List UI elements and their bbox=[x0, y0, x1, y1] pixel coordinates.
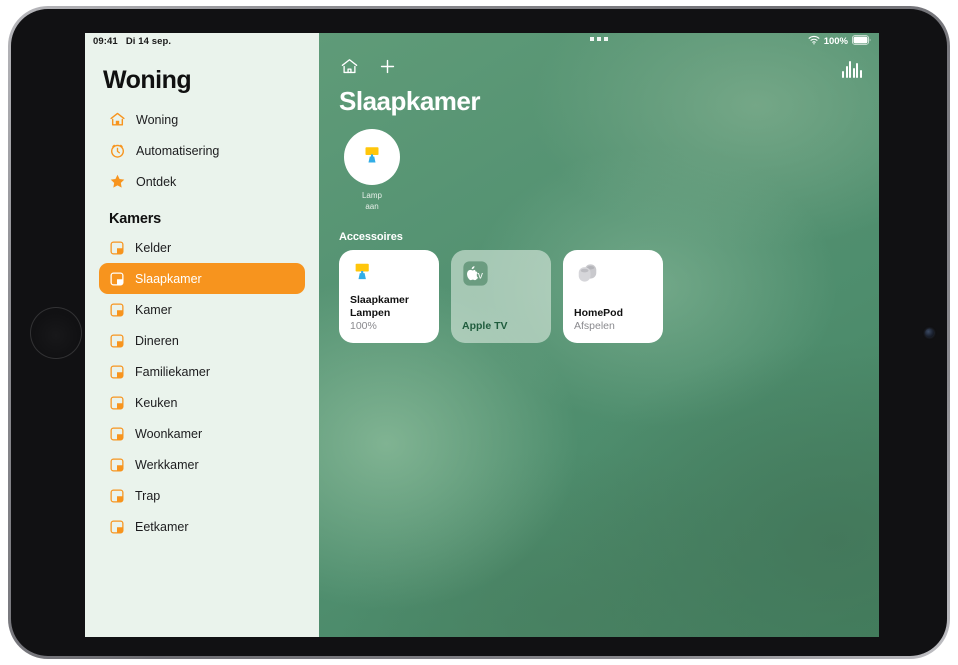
room-icon bbox=[109, 488, 125, 504]
lamp-icon bbox=[350, 260, 429, 290]
sidebar-item-label: Automatisering bbox=[136, 143, 220, 158]
page-title: Woning bbox=[103, 66, 192, 94]
accessories-section: Accessoires Slaapkamer Lampen 100% tv Ap… bbox=[319, 213, 879, 343]
accessory-text: Slaapkamer Lampen 100% bbox=[350, 294, 429, 334]
sidebar-item-woonkamer[interactable]: Woonkamer bbox=[99, 418, 305, 449]
accessory-text: HomePod Afspelen bbox=[574, 307, 653, 334]
sidebar-item-keuken[interactable]: Keuken bbox=[99, 387, 305, 418]
svg-text:tv: tv bbox=[475, 270, 484, 281]
sidebar-item-label: Trap bbox=[135, 488, 161, 503]
ipad-device-frame: 09:41 Di 14 sep. Woning Woning Automatis… bbox=[8, 6, 950, 659]
status-bar-time: 09:41 bbox=[93, 36, 118, 47]
sidebar-item-familiekamer[interactable]: Familiekamer bbox=[99, 356, 305, 387]
room-title: Slaapkamer bbox=[339, 86, 480, 116]
room-icon bbox=[109, 271, 125, 287]
status-bar-left: 09:41 Di 14 sep. bbox=[85, 33, 319, 50]
accessories-header: Accessoires bbox=[339, 230, 403, 243]
favourite-lamp-label: Lamp aan bbox=[362, 191, 382, 213]
accessory-text: Apple TV bbox=[462, 320, 541, 333]
accessory-state: 100% bbox=[350, 319, 377, 332]
sidebar-nav-list: Woning Automatisering Ontdek bbox=[99, 104, 305, 197]
accessory-card-homepod[interactable]: HomePod Afspelen bbox=[563, 249, 663, 343]
accessory-name-line1: Apple TV bbox=[462, 320, 508, 333]
sidebar-section-header: Kamers bbox=[109, 211, 161, 227]
room-icon bbox=[109, 426, 125, 442]
lamp-icon bbox=[359, 142, 385, 173]
status-bar-right: 100% bbox=[319, 33, 879, 50]
sidebar-item-werkkamer[interactable]: Werkkamer bbox=[99, 449, 305, 480]
accessory-name-line1: HomePod bbox=[574, 306, 624, 319]
accessory-name-line1: Slaapkamer bbox=[350, 293, 409, 306]
favourite-lamp-button[interactable]: Lamp aan bbox=[339, 129, 405, 213]
sidebar-item-label: Dineren bbox=[135, 333, 179, 348]
star-icon bbox=[109, 173, 126, 190]
plus-icon[interactable] bbox=[377, 56, 398, 77]
battery-icon bbox=[852, 35, 871, 48]
clock-automation-icon bbox=[109, 142, 126, 159]
sidebar-item-label: Keuken bbox=[135, 395, 178, 410]
house-icon bbox=[109, 111, 126, 128]
accessory-name-line2: Lampen bbox=[350, 306, 391, 319]
handle-dot bbox=[590, 37, 594, 41]
sidebar: 09:41 Di 14 sep. Woning Woning Automatis… bbox=[85, 33, 319, 637]
room-icon bbox=[109, 302, 125, 318]
ipad-screen: 09:41 Di 14 sep. Woning Woning Automatis… bbox=[85, 33, 879, 637]
room-icon bbox=[109, 240, 125, 256]
room-icon bbox=[109, 519, 125, 535]
main-toolbar bbox=[319, 50, 879, 78]
sidebar-room-list: Kelder Slaapkamer Kamer Dineren Familiek… bbox=[99, 232, 305, 542]
home-button-ring[interactable] bbox=[30, 306, 82, 359]
sidebar-item-kamer[interactable]: Kamer bbox=[99, 294, 305, 325]
accessory-card-slaapkamer-lampen[interactable]: Slaapkamer Lampen 100% bbox=[339, 249, 439, 343]
sidebar-item-label: Woonkamer bbox=[135, 426, 203, 441]
sidebar-item-label: Werkkamer bbox=[135, 457, 199, 472]
sidebar-item-trap[interactable]: Trap bbox=[99, 480, 305, 511]
favourite-lamp-name: Lamp bbox=[361, 191, 382, 200]
handle-dot bbox=[604, 37, 608, 41]
sidebar-item-woning[interactable]: Woning bbox=[99, 104, 305, 135]
homepod-icon bbox=[574, 260, 653, 290]
room-icon bbox=[109, 457, 125, 473]
sidebar-item-kelder[interactable]: Kelder bbox=[99, 232, 305, 263]
accessories-grid: Slaapkamer Lampen 100% tv Apple TV HomeP… bbox=[339, 249, 879, 343]
handle-dot bbox=[597, 37, 601, 41]
sidebar-item-ontdek[interactable]: Ontdek bbox=[99, 166, 305, 197]
main-content: 100% Slaapkamer Lamp aan Accessoires Sla… bbox=[319, 33, 879, 637]
room-icon bbox=[109, 364, 125, 380]
audio-waveform-icon[interactable] bbox=[841, 56, 863, 78]
apple-tv-icon: tv bbox=[462, 260, 541, 290]
accessory-state: Afspelen bbox=[574, 319, 615, 332]
room-icon bbox=[109, 395, 125, 411]
favourite-lamp-circle bbox=[344, 129, 400, 185]
sidebar-item-automatisering[interactable]: Automatisering bbox=[99, 135, 305, 166]
battery-percent-label: 100% bbox=[823, 36, 848, 47]
sidebar-item-label: Woning bbox=[136, 112, 179, 127]
sidebar-body: Woning Woning Automatisering Ontdek Kame… bbox=[85, 50, 319, 542]
sidebar-item-label: Eetkamer bbox=[135, 519, 189, 534]
ipad-bezel: 09:41 Di 14 sep. Woning Woning Automatis… bbox=[11, 9, 947, 656]
sidebar-item-slaapkamer[interactable]: Slaapkamer bbox=[99, 263, 305, 294]
multitasking-handle[interactable] bbox=[590, 37, 608, 41]
favourite-lamp-state: aan bbox=[365, 201, 379, 211]
house-icon[interactable] bbox=[339, 56, 360, 77]
status-bar-date: Di 14 sep. bbox=[125, 36, 172, 47]
room-icon bbox=[109, 333, 125, 349]
sidebar-item-label: Familiekamer bbox=[135, 364, 211, 379]
wifi-icon bbox=[808, 35, 820, 48]
favourites-row: Lamp aan bbox=[319, 117, 879, 213]
sidebar-item-label: Kamer bbox=[135, 302, 172, 317]
front-camera-icon bbox=[925, 328, 934, 337]
sidebar-item-dineren[interactable]: Dineren bbox=[99, 325, 305, 356]
sidebar-item-label: Kelder bbox=[135, 240, 172, 255]
sidebar-item-eetkamer[interactable]: Eetkamer bbox=[99, 511, 305, 542]
accessory-card-apple-tv[interactable]: tv Apple TV bbox=[451, 249, 551, 343]
sidebar-item-label: Slaapkamer bbox=[135, 271, 202, 286]
sidebar-item-label: Ontdek bbox=[136, 174, 177, 189]
